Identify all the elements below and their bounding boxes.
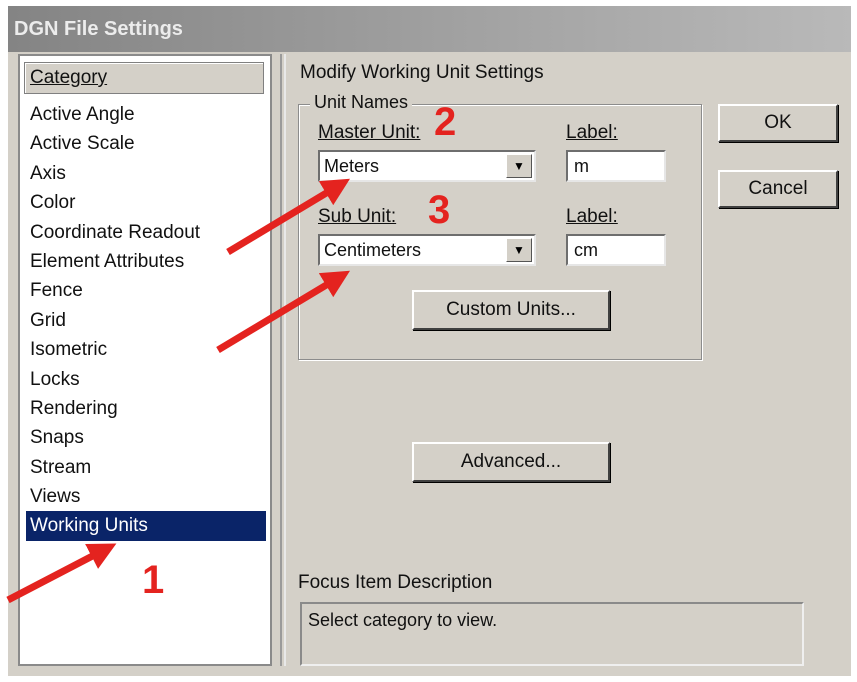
annotation-arrows [6,178,351,604]
red-arrow-icon [6,543,117,604]
red-arrow-icon [216,270,351,354]
annotation-step-2: 2 [434,100,457,144]
annotation-step-1: 1 [142,558,165,602]
red-arrow-icon [226,178,351,256]
annotation-step-3: 3 [428,188,451,232]
